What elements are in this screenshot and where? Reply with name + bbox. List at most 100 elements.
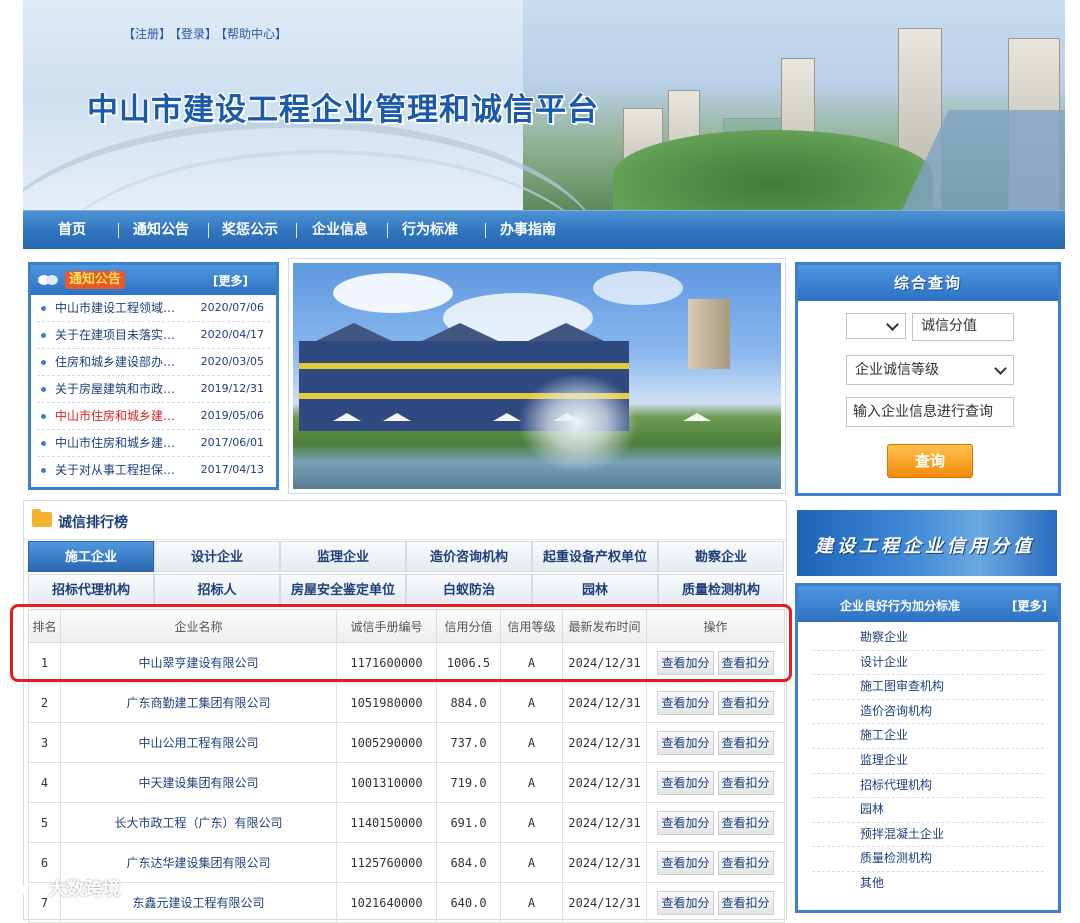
notice-item[interactable]: 中山市住房和城乡建… 2017/06/01 bbox=[37, 430, 270, 457]
notice-item-date: 2017/06/01 bbox=[200, 436, 264, 449]
standards-item[interactable]: 园林 bbox=[812, 798, 1044, 823]
view-deduct-points-button[interactable]: 查看扣分 bbox=[717, 890, 774, 915]
view-add-points-button[interactable]: 查看加分 bbox=[657, 650, 714, 675]
credit-score-banner[interactable]: 建设工程企业信用分值 bbox=[797, 510, 1057, 576]
tab-termite-control[interactable]: 白蚁防治 bbox=[406, 574, 532, 605]
column-header: 信用分值 bbox=[436, 609, 501, 643]
tab-bidding-agency[interactable]: 招标代理机构 bbox=[28, 574, 154, 605]
nav-behavior-standards[interactable]: 行为标准 bbox=[402, 211, 458, 249]
bullet-icon bbox=[41, 333, 46, 338]
notice-item-title[interactable]: 关于房屋建筑和市政… bbox=[55, 376, 175, 402]
query-type-select[interactable] bbox=[846, 313, 906, 339]
notice-item-title[interactable]: 中山市住房和城乡建… bbox=[55, 430, 175, 456]
view-deduct-points-button[interactable]: 查看扣分 bbox=[717, 730, 774, 755]
standards-item[interactable]: 施工图审查机构 bbox=[812, 675, 1044, 700]
standards-item[interactable]: 造价咨询机构 bbox=[812, 700, 1044, 725]
ranking-tabs: 施工企业 设计企业 监理企业 造价咨询机构 起重设备产权单位 勘察企业 招标代理… bbox=[28, 541, 784, 607]
view-add-points-button[interactable]: 查看加分 bbox=[657, 690, 714, 715]
handbook-code-cell: 1051980000 bbox=[336, 682, 437, 723]
column-header: 诚信手册编号 bbox=[336, 609, 437, 643]
notice-item[interactable]: 关于对从事工程担保… 2017/04/13 bbox=[37, 457, 270, 483]
notice-item-date: 2020/03/05 bbox=[200, 355, 264, 368]
standards-item[interactable]: 勘察企业 bbox=[812, 626, 1044, 651]
credit-banner-text: 建设工程企业信用分值 bbox=[815, 536, 1035, 557]
table-header-row: 排名 企业名称 诚信手册编号 信用分值 信用等级 最新发布时间 操作 bbox=[28, 609, 785, 643]
enterprise-name-link[interactable]: 中山公用工程有限公司 bbox=[60, 722, 337, 763]
bullet-icon bbox=[41, 468, 46, 473]
notice-item-title[interactable]: 中山市住房和城乡建… bbox=[55, 403, 175, 429]
tab-supervision[interactable]: 监理企业 bbox=[280, 541, 406, 572]
grade-cell: A bbox=[500, 682, 563, 723]
handbook-code-cell: 1171600000 bbox=[336, 642, 437, 683]
notice-more-link[interactable]: [更多] bbox=[213, 272, 248, 289]
rank-cell: 2 bbox=[28, 682, 61, 723]
view-deduct-points-button[interactable]: 查看扣分 bbox=[717, 770, 774, 795]
enterprise-search-input[interactable]: 输入企业信息进行查询 bbox=[846, 397, 1014, 427]
notice-item[interactable]: 关于在建项目未落实… 2020/04/17 bbox=[37, 322, 270, 349]
query-button[interactable]: 查询 bbox=[887, 444, 973, 478]
handbook-code-cell: 1140150000 bbox=[336, 802, 437, 843]
operation-cell: 查看加分 查看扣分 bbox=[646, 682, 785, 723]
grade-cell: A bbox=[500, 762, 563, 803]
date-cell: 2024/12/31 bbox=[562, 642, 647, 683]
tab-survey[interactable]: 勘察企业 bbox=[658, 541, 784, 572]
view-deduct-points-button[interactable]: 查看扣分 bbox=[717, 810, 774, 835]
nav-service-guide[interactable]: 办事指南 bbox=[500, 211, 556, 249]
enterprise-name-link[interactable]: 广东商勤建工集团有限公司 bbox=[60, 682, 337, 723]
notice-item-title[interactable]: 关于对从事工程担保… bbox=[55, 457, 175, 483]
notice-item[interactable]: 中山市建设工程领域… 2020/07/06 bbox=[37, 295, 270, 322]
view-add-points-button[interactable]: 查看加分 bbox=[657, 730, 714, 755]
view-deduct-points-button[interactable]: 查看扣分 bbox=[717, 850, 774, 875]
watermark: 大数跨境 bbox=[10, 875, 120, 901]
bullet-icon bbox=[41, 306, 46, 311]
tab-design[interactable]: 设计企业 bbox=[154, 541, 280, 572]
tab-construction[interactable]: 施工企业 bbox=[28, 541, 154, 572]
grade-cell: A bbox=[500, 802, 563, 843]
tab-housing-safety[interactable]: 房屋安全鉴定单位 bbox=[280, 574, 406, 605]
nav-rewards-penalties[interactable]: 奖惩公示 bbox=[222, 211, 278, 249]
notice-item[interactable]: 中山市住房和城乡建… 2019/05/06 bbox=[37, 403, 270, 430]
tab-quality-testing[interactable]: 质量检测机构 bbox=[658, 574, 784, 605]
nav-notices[interactable]: 通知公告 bbox=[133, 211, 189, 249]
table-row: 1 中山翠亨建设有限公司 1171600000 1006.5 A 2024/12… bbox=[28, 642, 785, 683]
bullet-icon bbox=[41, 387, 46, 392]
notice-item-title[interactable]: 关于在建项目未落实… bbox=[55, 322, 175, 348]
standards-item[interactable]: 招标代理机构 bbox=[812, 774, 1044, 799]
tab-lifting-equipment[interactable]: 起重设备产权单位 bbox=[532, 541, 658, 572]
enterprise-name-link[interactable]: 长大市政工程（广东）有限公司 bbox=[60, 802, 337, 843]
tab-cost-consulting[interactable]: 造价咨询机构 bbox=[406, 541, 532, 572]
standards-item[interactable]: 设计企业 bbox=[812, 651, 1044, 676]
notice-item[interactable]: 关于房屋建筑和市政… 2019/12/31 bbox=[37, 376, 270, 403]
credit-grade-select[interactable]: 企业诚信等级 bbox=[846, 355, 1014, 385]
standards-more-link[interactable]: [更多] bbox=[1012, 597, 1047, 614]
standards-item[interactable]: 预拌混凝土企业 bbox=[812, 823, 1044, 848]
standards-title: 企业良好行为加分标准 bbox=[840, 599, 961, 613]
notice-item-title[interactable]: 住房和城乡建设部办… bbox=[55, 349, 175, 375]
login-link[interactable]: 【登录】 bbox=[175, 27, 217, 41]
enterprise-name-link[interactable]: 中天建设集团有限公司 bbox=[60, 762, 337, 803]
standards-item[interactable]: 质量检测机构 bbox=[812, 847, 1044, 872]
notice-item-date: 2020/07/06 bbox=[200, 301, 264, 314]
view-add-points-button[interactable]: 查看加分 bbox=[657, 770, 714, 795]
standards-item[interactable]: 监理企业 bbox=[812, 749, 1044, 774]
enterprise-name-link[interactable]: 中山翠亨建设有限公司 bbox=[60, 642, 337, 683]
date-cell: 2024/12/31 bbox=[562, 842, 647, 883]
nav-home[interactable]: 首页 bbox=[58, 211, 86, 249]
view-add-points-button[interactable]: 查看加分 bbox=[657, 890, 714, 915]
standards-item[interactable]: 施工企业 bbox=[812, 724, 1044, 749]
view-add-points-button[interactable]: 查看加分 bbox=[657, 810, 714, 835]
view-deduct-points-button[interactable]: 查看扣分 bbox=[717, 650, 774, 675]
notice-item[interactable]: 住房和城乡建设部办… 2020/03/05 bbox=[37, 349, 270, 376]
notice-item-date: 2019/12/31 bbox=[200, 382, 264, 395]
standards-item[interactable]: 其他 bbox=[812, 872, 1044, 896]
tab-tenderer[interactable]: 招标人 bbox=[154, 574, 280, 605]
notice-item-title[interactable]: 中山市建设工程领域… bbox=[55, 295, 175, 321]
help-center-link[interactable]: 【帮助中心】 bbox=[221, 27, 287, 41]
score-cell: 719.0 bbox=[436, 762, 501, 803]
tab-landscape[interactable]: 园林 bbox=[532, 574, 658, 605]
view-add-points-button[interactable]: 查看加分 bbox=[657, 850, 714, 875]
view-deduct-points-button[interactable]: 查看扣分 bbox=[717, 690, 774, 715]
score-field[interactable]: 诚信分值 bbox=[912, 313, 1014, 341]
nav-enterprise-info[interactable]: 企业信息 bbox=[312, 211, 368, 249]
register-link[interactable]: 【注册】 bbox=[123, 27, 171, 41]
